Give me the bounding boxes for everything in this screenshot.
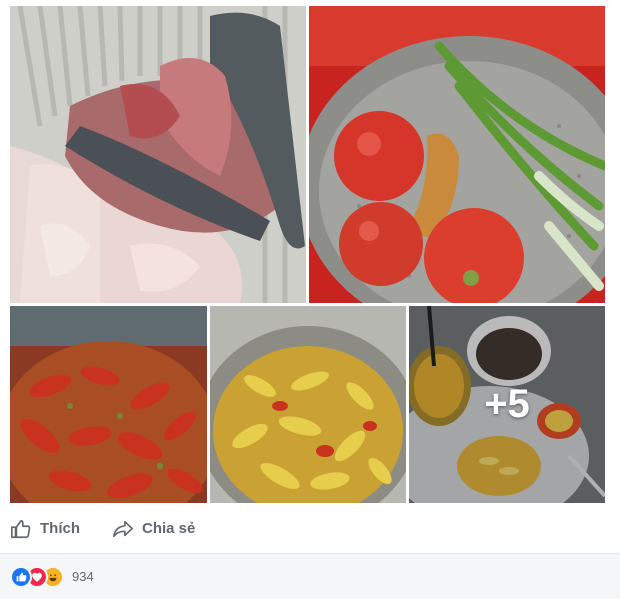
photo-fish-basket[interactable] — [10, 6, 306, 303]
photo-turmeric-fish-pot-image — [210, 306, 406, 503]
photo-tomato-soup-pot-image — [10, 306, 207, 503]
like-reaction-icon — [10, 565, 32, 588]
like-button[interactable]: Thích — [10, 506, 80, 551]
reaction-count[interactable]: 934 — [72, 569, 94, 584]
photo-tomato-soup-pot[interactable] — [10, 306, 207, 503]
share-label: Chia sẻ — [142, 520, 196, 537]
share-arrow-icon — [113, 520, 133, 537]
photo-vegetables-colander-image — [309, 6, 605, 303]
reaction-icons[interactable] — [10, 565, 64, 588]
post-actions-bar: Thích Chia sẻ — [0, 506, 620, 551]
more-photos-count: +5 — [484, 382, 530, 426]
thumbs-up-icon — [11, 519, 31, 538]
share-button[interactable]: Chia sẻ — [112, 506, 195, 551]
photo-fish-basket-image — [10, 6, 306, 303]
reactions-summary[interactable]: 934 — [0, 554, 620, 599]
photo-turmeric-fish-pot[interactable] — [210, 306, 406, 503]
more-photos-overlay[interactable]: +5 — [409, 306, 605, 503]
photo-dinner-plates[interactable]: +5 — [409, 306, 605, 503]
photo-vegetables-colander[interactable] — [309, 6, 605, 303]
like-label: Thích — [40, 520, 80, 537]
